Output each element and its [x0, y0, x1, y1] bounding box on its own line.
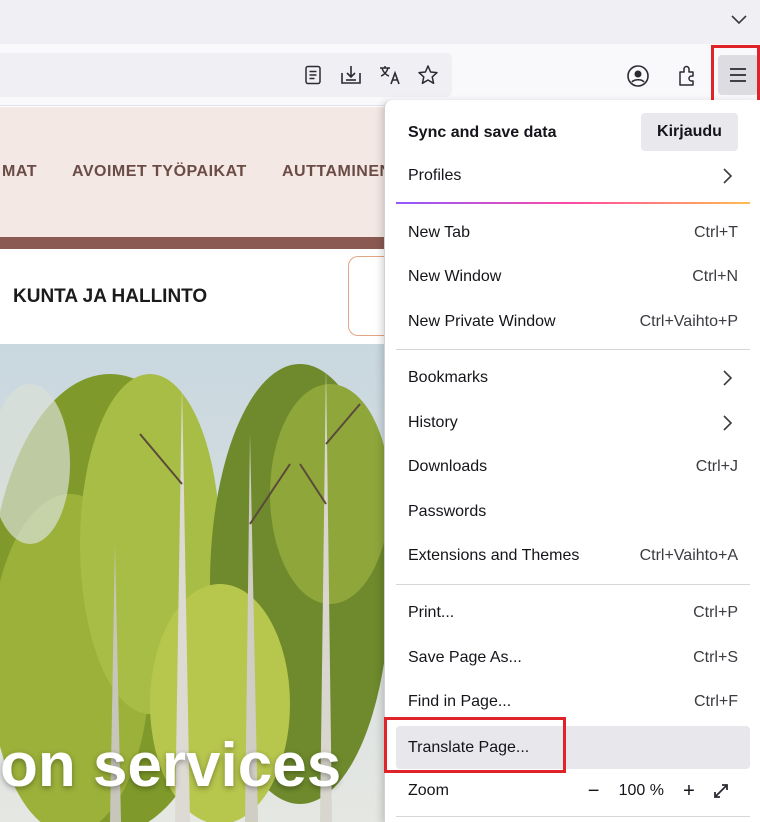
- site-nav-link[interactable]: AUTTAMINEN: [282, 163, 392, 181]
- menu-item-label: Save Page As...: [408, 649, 522, 666]
- menu-item-label: Find in Page...: [408, 693, 512, 710]
- bookmark-page-button[interactable]: [414, 61, 442, 89]
- account-button[interactable]: [623, 61, 653, 91]
- application-menu: Sync and save data Kirjaudu Profiles New…: [384, 100, 760, 822]
- menu-item-new-tab[interactable]: New Tab Ctrl+T: [396, 213, 750, 253]
- zoom-controls: − 100 % +: [581, 778, 734, 804]
- menu-item-shortcut: Ctrl+S: [693, 649, 738, 666]
- fullscreen-button[interactable]: [708, 778, 734, 804]
- menu-item-new-window[interactable]: New Window Ctrl+N: [396, 257, 750, 297]
- reader-view-button[interactable]: [299, 61, 327, 89]
- menu-item-label: Zoom: [408, 782, 449, 799]
- menu-item-label: New Window: [408, 268, 502, 285]
- chevron-right-icon: [723, 168, 733, 184]
- extensions-icon: [679, 65, 694, 86]
- menu-item-extensions-and-themes[interactable]: Extensions and Themes Ctrl+Vaihto+A: [396, 536, 750, 576]
- zoom-out-button[interactable]: −: [581, 778, 607, 804]
- site-nav-link[interactable]: MAT: [2, 163, 37, 181]
- chevron-down-icon: [731, 15, 747, 25]
- menu-item-label: New Tab: [408, 224, 470, 241]
- menu-item-shortcut: Ctrl+P: [693, 604, 738, 621]
- menu-item-new-private-window[interactable]: New Private Window Ctrl+Vaihto+P: [396, 302, 750, 342]
- menu-item-label: Extensions and Themes: [408, 547, 580, 564]
- hero-heading: on services: [0, 731, 342, 800]
- zoom-level-button[interactable]: 100 %: [613, 782, 670, 800]
- sync-label: Sync and save data: [408, 124, 557, 141]
- menu-separator: [396, 349, 750, 350]
- menu-separator: [396, 816, 750, 817]
- navigation-toolbar: [0, 44, 760, 106]
- menu-item-shortcut: Ctrl+J: [695, 458, 738, 475]
- gradient-separator: [396, 202, 750, 204]
- tab-list-button[interactable]: [726, 8, 752, 32]
- menu-item-shortcut: Ctrl+F: [694, 693, 738, 710]
- section-title: KUNTA JA HALLINTO: [13, 286, 208, 307]
- menu-item-shortcut: Ctrl+T: [694, 224, 738, 241]
- menu-item-label: Print...: [408, 604, 455, 621]
- menu-item-shortcut: Ctrl+N: [692, 268, 738, 285]
- section-header: KUNTA JA HALLINTO: [0, 249, 388, 344]
- menu-item-save-page-as[interactable]: Save Page As... Ctrl+S: [396, 638, 750, 678]
- menu-item-label: Bookmarks: [408, 369, 489, 386]
- sign-in-button[interactable]: Kirjaudu: [641, 113, 738, 151]
- menu-item-label: Downloads: [408, 458, 488, 475]
- tab-strip: [0, 0, 760, 44]
- menu-item-translate-page[interactable]: Translate Page...: [396, 726, 750, 769]
- menu-item-label: New Private Window: [408, 313, 556, 330]
- menu-item-label: Passwords: [408, 503, 487, 520]
- menu-item-find-in-page[interactable]: Find in Page... Ctrl+F: [396, 682, 750, 722]
- reader-view-icon: [305, 65, 321, 85]
- site-nav-divider: [0, 237, 384, 249]
- site-navigation: MAT AVOIMET TYÖPAIKAT AUTTAMINEN: [0, 107, 391, 237]
- menu-item-print[interactable]: Print... Ctrl+P: [396, 593, 750, 633]
- save-to-pocket-button[interactable]: [337, 61, 365, 89]
- menu-item-label: History: [408, 414, 458, 431]
- zoom-in-button[interactable]: +: [676, 778, 702, 804]
- translate-icon: [380, 66, 400, 85]
- menu-item-label: Translate Page...: [408, 739, 530, 756]
- menu-icon: [730, 68, 746, 82]
- site-nav-link[interactable]: AVOIMET TYÖPAIKAT: [72, 163, 247, 181]
- menu-item-downloads[interactable]: Downloads Ctrl+J: [396, 447, 750, 487]
- menu-item-shortcut: Ctrl+Vaihto+P: [639, 313, 738, 330]
- menu-item-shortcut: Ctrl+Vaihto+A: [639, 547, 738, 564]
- chevron-right-icon: [723, 370, 733, 386]
- menu-item-passwords[interactable]: Passwords: [396, 492, 750, 532]
- menu-item-zoom: Zoom − 100 % +: [396, 771, 750, 811]
- menu-item-profiles[interactable]: Profiles: [396, 156, 750, 196]
- menu-item-label: Profiles: [408, 167, 462, 184]
- bookmark-star-icon: [418, 65, 438, 85]
- menu-separator: [396, 584, 750, 585]
- save-to-pocket-icon: [341, 66, 361, 84]
- fullscreen-icon: [714, 784, 728, 798]
- chevron-right-icon: [723, 415, 733, 431]
- extensions-button[interactable]: [673, 61, 703, 91]
- menu-item-bookmarks[interactable]: Bookmarks: [396, 358, 750, 398]
- open-application-menu-button[interactable]: [718, 55, 758, 95]
- hero-image: on services: [0, 344, 384, 822]
- search-box[interactable]: [348, 256, 388, 336]
- account-icon: [627, 65, 649, 87]
- menu-item-history[interactable]: History: [396, 403, 750, 443]
- translate-button[interactable]: [376, 61, 404, 89]
- address-bar[interactable]: [0, 53, 452, 97]
